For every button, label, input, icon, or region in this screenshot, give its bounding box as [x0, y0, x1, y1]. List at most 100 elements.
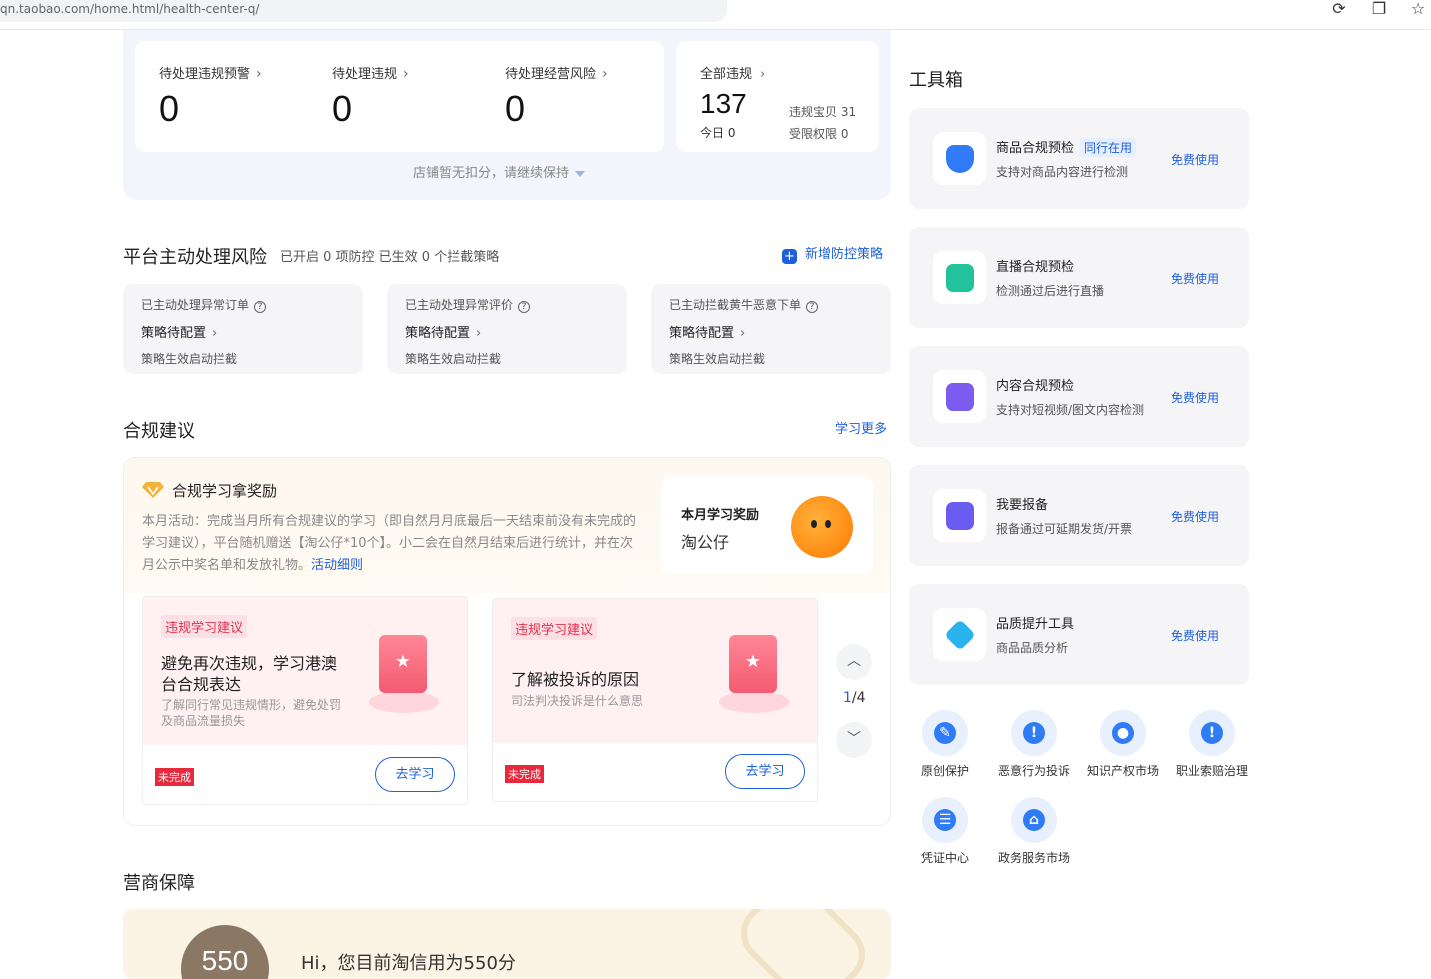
scroll-down-button[interactable]: ﹀: [836, 722, 872, 758]
promo-banner: 合规学习拿奖励 本月活动：完成当月所有合规建议的学习（即自然月月底最后一天结束前…: [124, 458, 890, 593]
tool-badge: 同行在用: [1080, 138, 1137, 157]
risk-card-orders[interactable]: 已主动处理异常订单? 策略待配置 › 策略生效启动拦截: [123, 284, 363, 374]
help-icon[interactable]: ?: [806, 301, 819, 313]
quick-voucher-center[interactable]: ☰ 凭证中心: [900, 797, 990, 866]
risk-card-title: 已主动处理异常订单: [141, 298, 250, 312]
address-bar[interactable]: qn.taobao.com/home.html/health-center-q/: [0, 0, 727, 22]
risk-card-reviews[interactable]: 已主动处理异常评价? 策略待配置 › 策略生效启动拦截: [387, 284, 627, 374]
study-button[interactable]: 去学习: [375, 757, 455, 792]
total-violations-value: 137: [700, 88, 747, 119]
tool-name: 直播合规预检: [996, 260, 1075, 275]
quick-gov-market[interactable]: ⌂ 政务服务市场: [989, 797, 1079, 866]
free-use-link[interactable]: 免费使用: [1171, 389, 1219, 406]
card-tag: 违规学习建议: [161, 615, 248, 638]
learn-more-link[interactable]: 学习更多: [835, 418, 887, 437]
stat-label: 待处理违规: [332, 67, 398, 82]
quick-claim-governance[interactable]: ! 职业索赔治理: [1167, 710, 1257, 779]
quick-label: 职业索赔治理: [1175, 764, 1248, 778]
quick-malicious-complaint[interactable]: ! 恶意行为投诉: [989, 710, 1079, 779]
risk-card-status: 策略待配置: [405, 326, 471, 341]
guarantee-section-title: 营商保障: [123, 873, 195, 894]
add-strategy-label: 新增防控策略: [805, 247, 884, 262]
stat-label: 待处理违规预警: [159, 67, 251, 82]
risk-section-title: 平台主动处理风险: [123, 247, 267, 268]
card-tag: 违规学习建议: [511, 617, 598, 640]
share-icon[interactable]: ⟳: [1329, 0, 1349, 20]
study-button[interactable]: 去学习: [725, 754, 805, 789]
chevron-right-icon: ›: [403, 66, 409, 82]
activity-rules-link[interactable]: 活动细则: [311, 558, 363, 573]
chevron-right-icon: ›: [760, 67, 766, 82]
stat-pending-warning[interactable]: 待处理违规预警 › 0: [159, 63, 262, 130]
tool-live-check[interactable]: 直播合规预检 检测通过后进行直播 免费使用: [909, 227, 1249, 328]
promo-desc-text: 本月活动：完成当月所有合规建议的学习（即自然月月底最后一天结束前没有未完成的学习…: [142, 514, 637, 573]
quick-original-protection[interactable]: ✎ 原创保护: [900, 710, 990, 779]
quick-label: 政务服务市场: [997, 851, 1070, 865]
quick-label: 凭证中心: [920, 851, 969, 865]
tool-quality[interactable]: 品质提升工具 商品品质分析 免费使用: [909, 584, 1249, 685]
shield-search-icon: [933, 132, 986, 185]
quick-label: 原创保护: [920, 764, 969, 778]
quick-ip-market[interactable]: ● 知识产权市场: [1078, 710, 1168, 779]
tool-product-check[interactable]: 商品合规预检 同行在用 支持对商品内容进行检测 免费使用: [909, 108, 1249, 209]
risk-card-status: 策略待配置: [669, 326, 735, 341]
tool-name: 内容合规预检: [996, 379, 1075, 394]
free-use-link[interactable]: 免费使用: [1171, 627, 1219, 644]
help-icon[interactable]: ?: [518, 301, 531, 313]
stat-pending-risk[interactable]: 待处理经营风险 › 0: [505, 63, 608, 130]
risk-card-note: 策略生效启动拦截: [405, 352, 502, 366]
tool-report[interactable]: 我要报备 报备通过可延期发货/开票 免费使用: [909, 465, 1249, 566]
stat-value: 0: [332, 88, 353, 129]
chevron-right-icon: ›: [476, 326, 482, 341]
diamond-icon: [142, 482, 164, 498]
item-violations-count: 违规宝贝 31: [789, 105, 857, 119]
credit-banner[interactable]: 550 Hi，您目前淘信用为550分: [123, 909, 891, 979]
free-use-link[interactable]: 免费使用: [1171, 508, 1219, 525]
total-violations-link[interactable]: 全部违规 ›: [700, 63, 765, 82]
mascot-image: [791, 496, 853, 558]
free-use-link[interactable]: 免费使用: [1171, 270, 1219, 287]
stat-pending-violation[interactable]: 待处理违规 › 0: [332, 63, 409, 130]
url-text: qn.taobao.com/home.html/health-center-q/: [0, 2, 260, 16]
tool-desc: 支持对短视频/图文内容检测: [996, 403, 1145, 417]
risk-card-scalpers[interactable]: 已主动拦截黄牛恶意下单? 策略待配置 › 策略生效启动拦截: [651, 284, 891, 374]
book-illustration: ★: [715, 631, 795, 721]
risk-card-title: 已主动拦截黄牛恶意下单: [669, 298, 802, 312]
risk-card-note: 策略生效启动拦截: [669, 352, 766, 366]
report-check-icon: [933, 489, 986, 542]
diamond-icon: [933, 608, 986, 661]
tool-content-check[interactable]: 内容合规预检 支持对短视频/图文内容检测 免费使用: [909, 346, 1249, 447]
reward-item: 淘公仔: [681, 533, 730, 552]
code-icon: [933, 251, 986, 304]
card-title: 避免再次违规，学习港澳台合规表达: [161, 654, 338, 694]
total-label: 全部违规: [700, 67, 753, 82]
today-count: 今日 0: [700, 126, 736, 140]
pager-total: /4: [851, 690, 866, 706]
learning-card-1[interactable]: 违规学习建议 避免再次违规，学习港澳台合规表达 了解同行常见违规情形，避免处罚及…: [142, 596, 468, 805]
chevron-right-icon: ›: [740, 326, 746, 341]
add-strategy-button[interactable]: + 新增防控策略: [782, 243, 883, 264]
star-icon[interactable]: ☆: [1408, 0, 1428, 20]
copy-icon[interactable]: ❐: [1369, 0, 1389, 20]
risk-card-status: 策略待配置: [141, 326, 207, 341]
keep-note[interactable]: 店铺暂无扣分，请继续保持: [413, 162, 586, 181]
compliance-section-title: 合规建议: [123, 421, 195, 442]
card-title: 了解被投诉的原因: [511, 670, 640, 689]
credit-score-badge: 550: [181, 925, 269, 979]
chevron-right-icon: ›: [212, 326, 218, 341]
help-icon[interactable]: ?: [254, 301, 267, 313]
chevron-down-icon: ﹀: [847, 731, 861, 747]
learning-card-2[interactable]: 违规学习建议 了解被投诉的原因 司法判决投诉是什么意思 ★ 未完成 去学习: [492, 598, 818, 802]
pen-icon: ✎: [934, 722, 956, 744]
card-subtitle: 了解同行常见违规情形，避免处罚及商品流量损失: [161, 698, 342, 728]
pager: 1/4: [843, 690, 866, 706]
free-use-link[interactable]: 免费使用: [1171, 151, 1219, 168]
monthly-reward-card: 本月学习奖励 淘公仔: [661, 476, 873, 574]
chevron-right-icon: ›: [602, 66, 608, 82]
keep-note-text: 店铺暂无扣分，请继续保持: [413, 166, 570, 181]
tool-name: 我要报备: [996, 498, 1049, 513]
video-icon: [933, 370, 986, 423]
scroll-up-button[interactable]: ︿: [836, 644, 872, 680]
chevron-up-icon: ︿: [847, 653, 861, 669]
pager-current: 1: [843, 690, 852, 706]
